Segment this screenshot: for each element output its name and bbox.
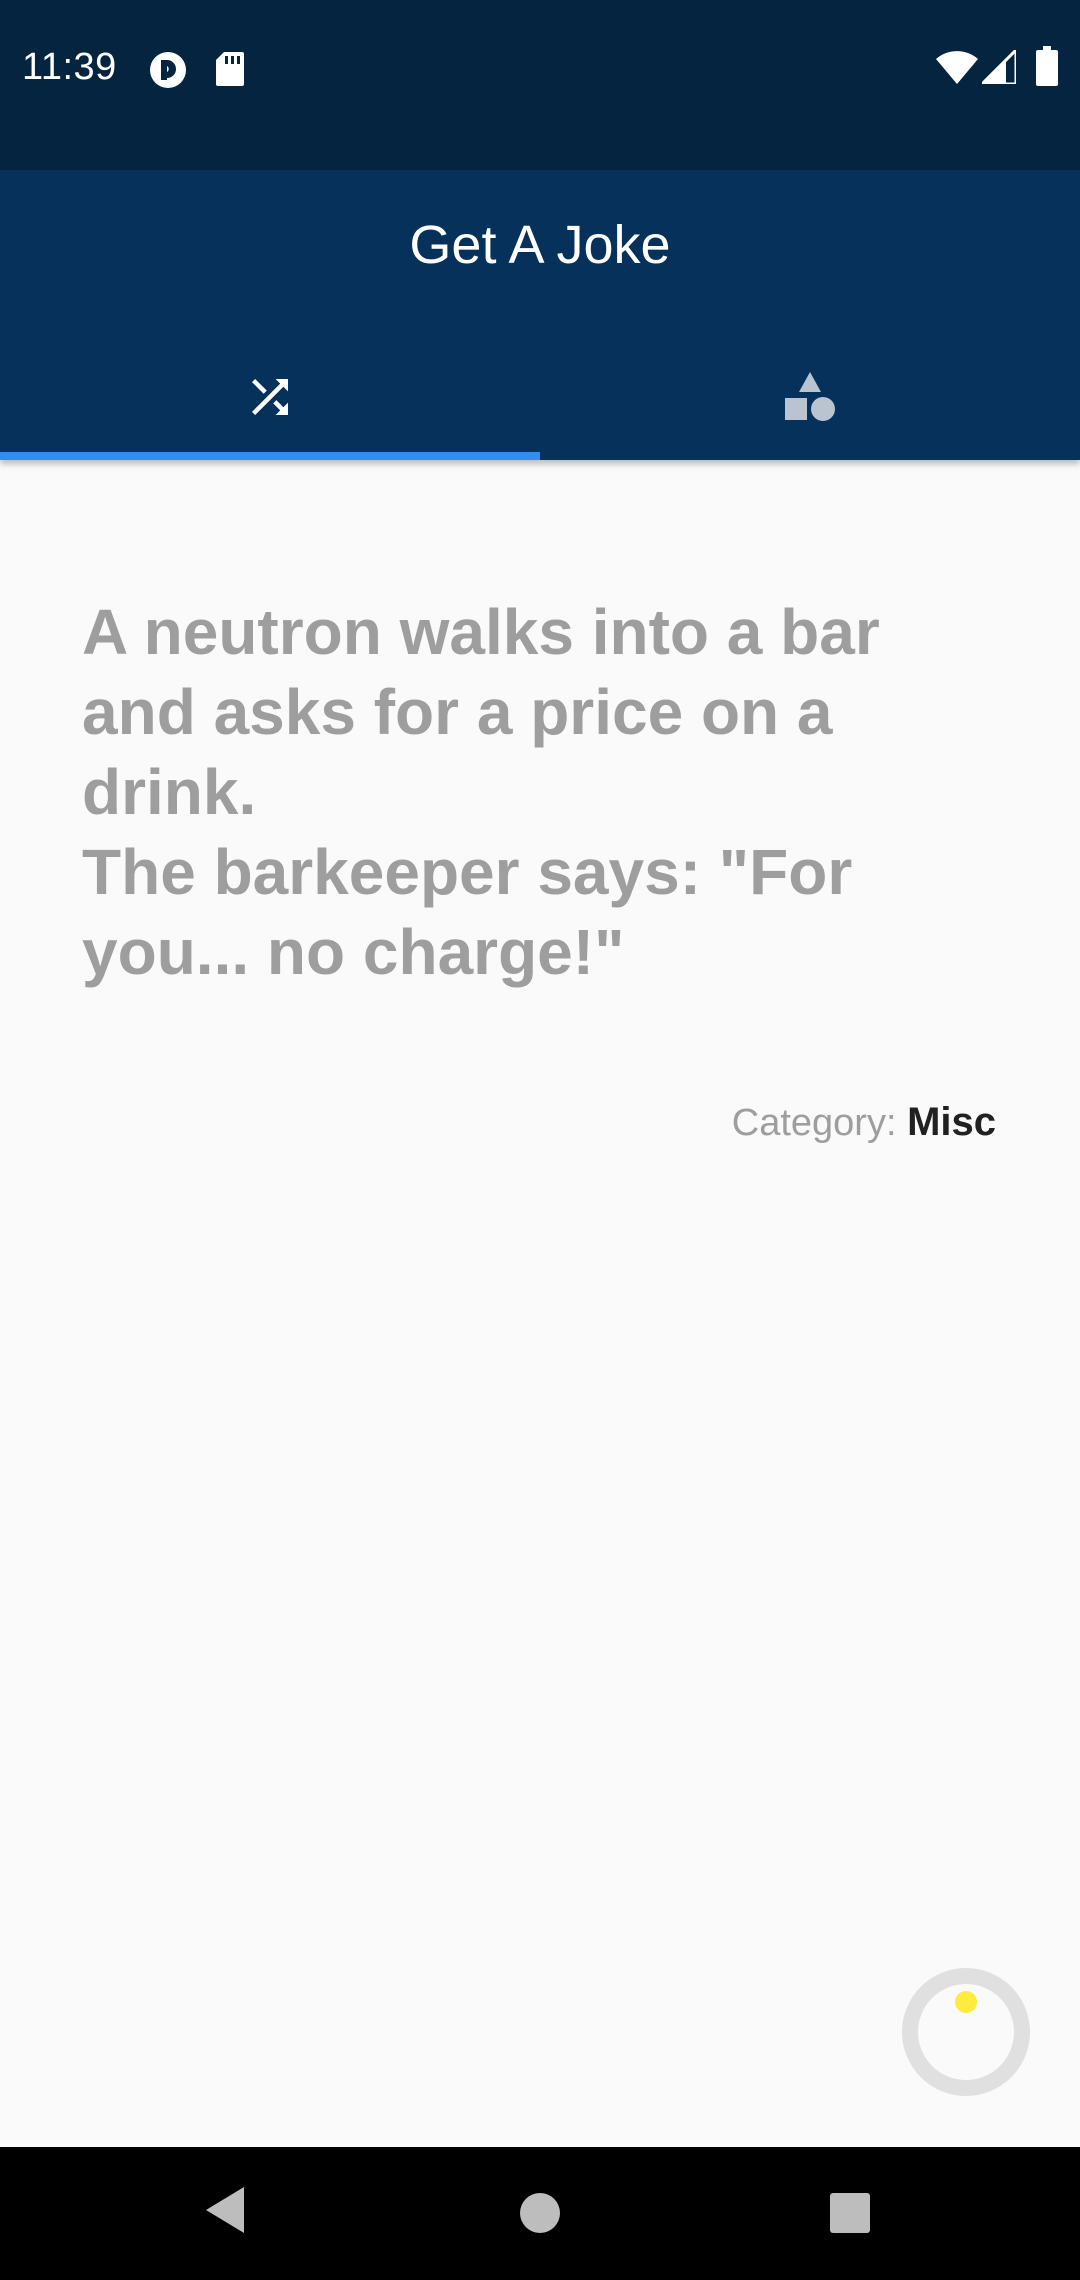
category-value: Misc [907,1100,996,1144]
category-shapes-icon [785,372,835,421]
tab-selected-indicator [0,452,540,460]
home-icon[interactable] [518,2191,562,2240]
recents-icon[interactable] [828,2191,872,2240]
tab-random[interactable] [0,330,540,460]
status-time: 11:39 [22,46,117,88]
joke-text: A neutron walks into a bar and asks for … [82,596,880,988]
status-bar: 11:39 [0,0,1080,170]
battery-icon [1036,46,1058,91]
screen: 11:39 Get A Joke A neutron walks into a … [0,0,1080,2280]
wifi-icon [936,50,978,89]
back-icon[interactable] [204,2185,246,2240]
page-title: Get A Joke [409,215,671,275]
category-label: Category: [731,1102,897,1144]
navigation-bar [0,2147,1080,2280]
sd-card-icon [216,52,244,91]
tab-categories[interactable] [540,330,1080,460]
cell-signal-icon [978,46,1018,89]
loading-spinner-icon [900,1966,1032,2098]
category-line: Category: Misc [732,1100,996,1145]
shuffle-icon [252,379,288,415]
app-bar: Get A Joke [0,170,1080,460]
pocket-casts-icon [148,50,188,95]
